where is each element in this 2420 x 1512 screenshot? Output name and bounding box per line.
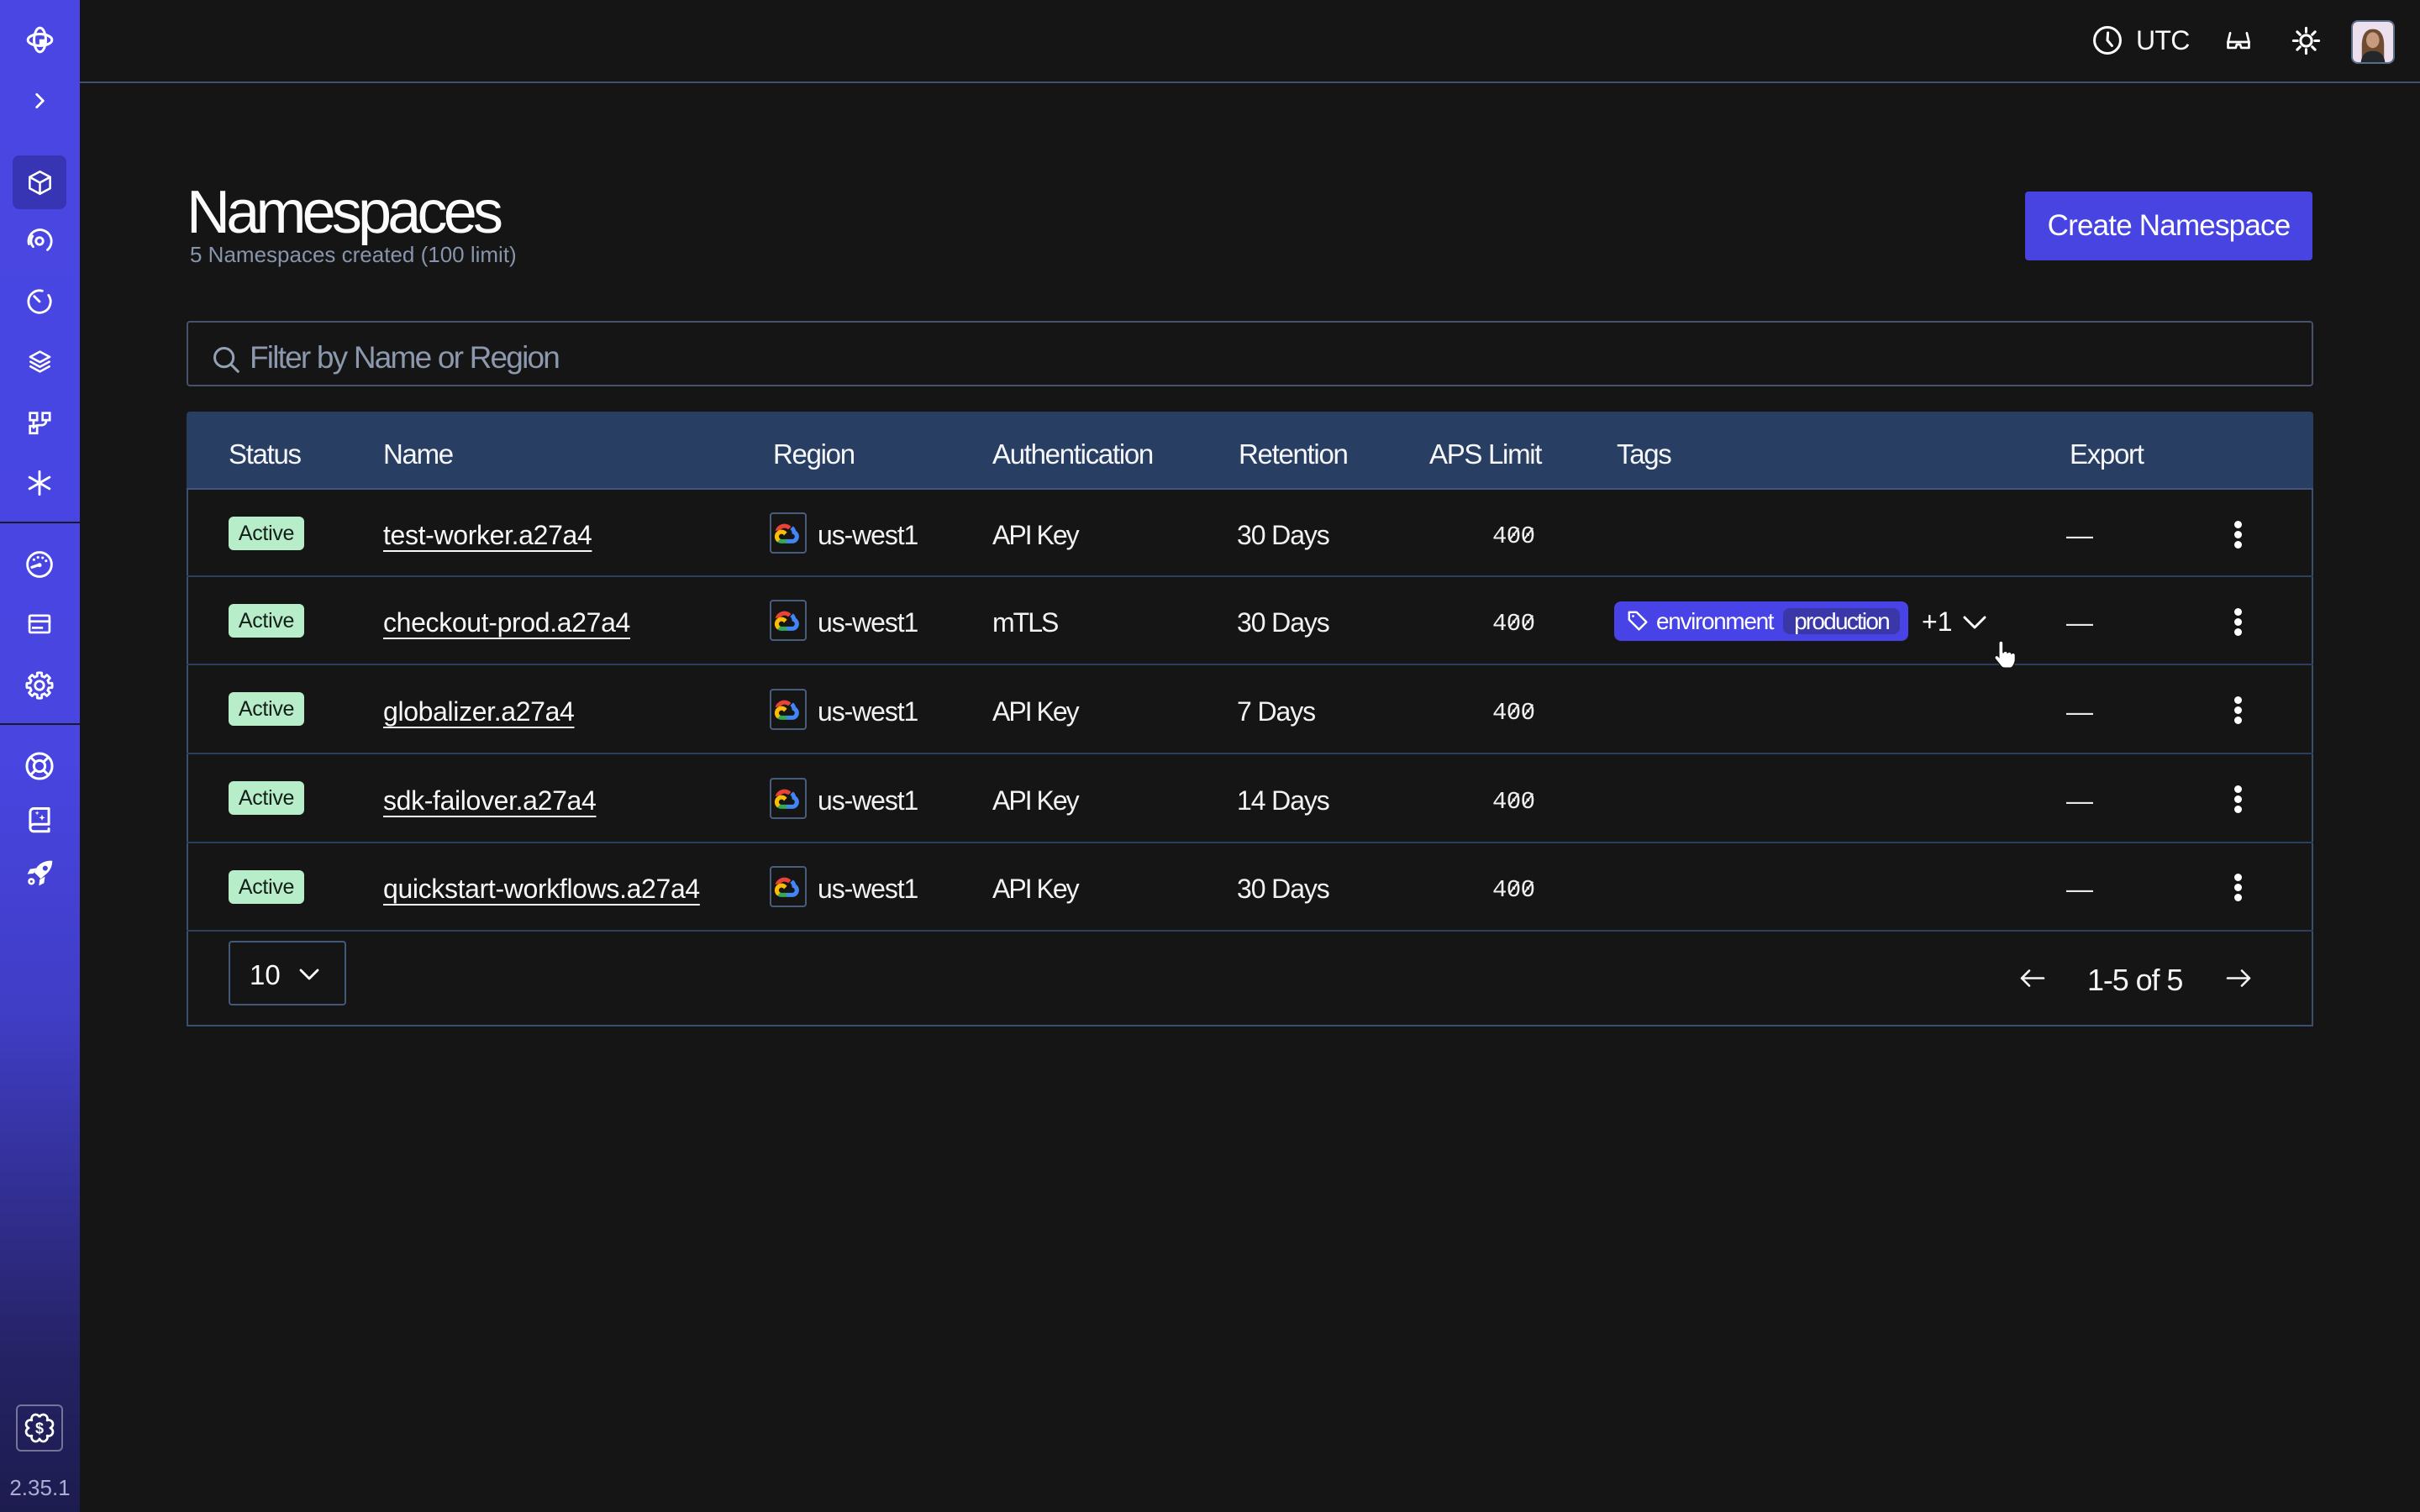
svg-text:$: $: [35, 1420, 44, 1436]
